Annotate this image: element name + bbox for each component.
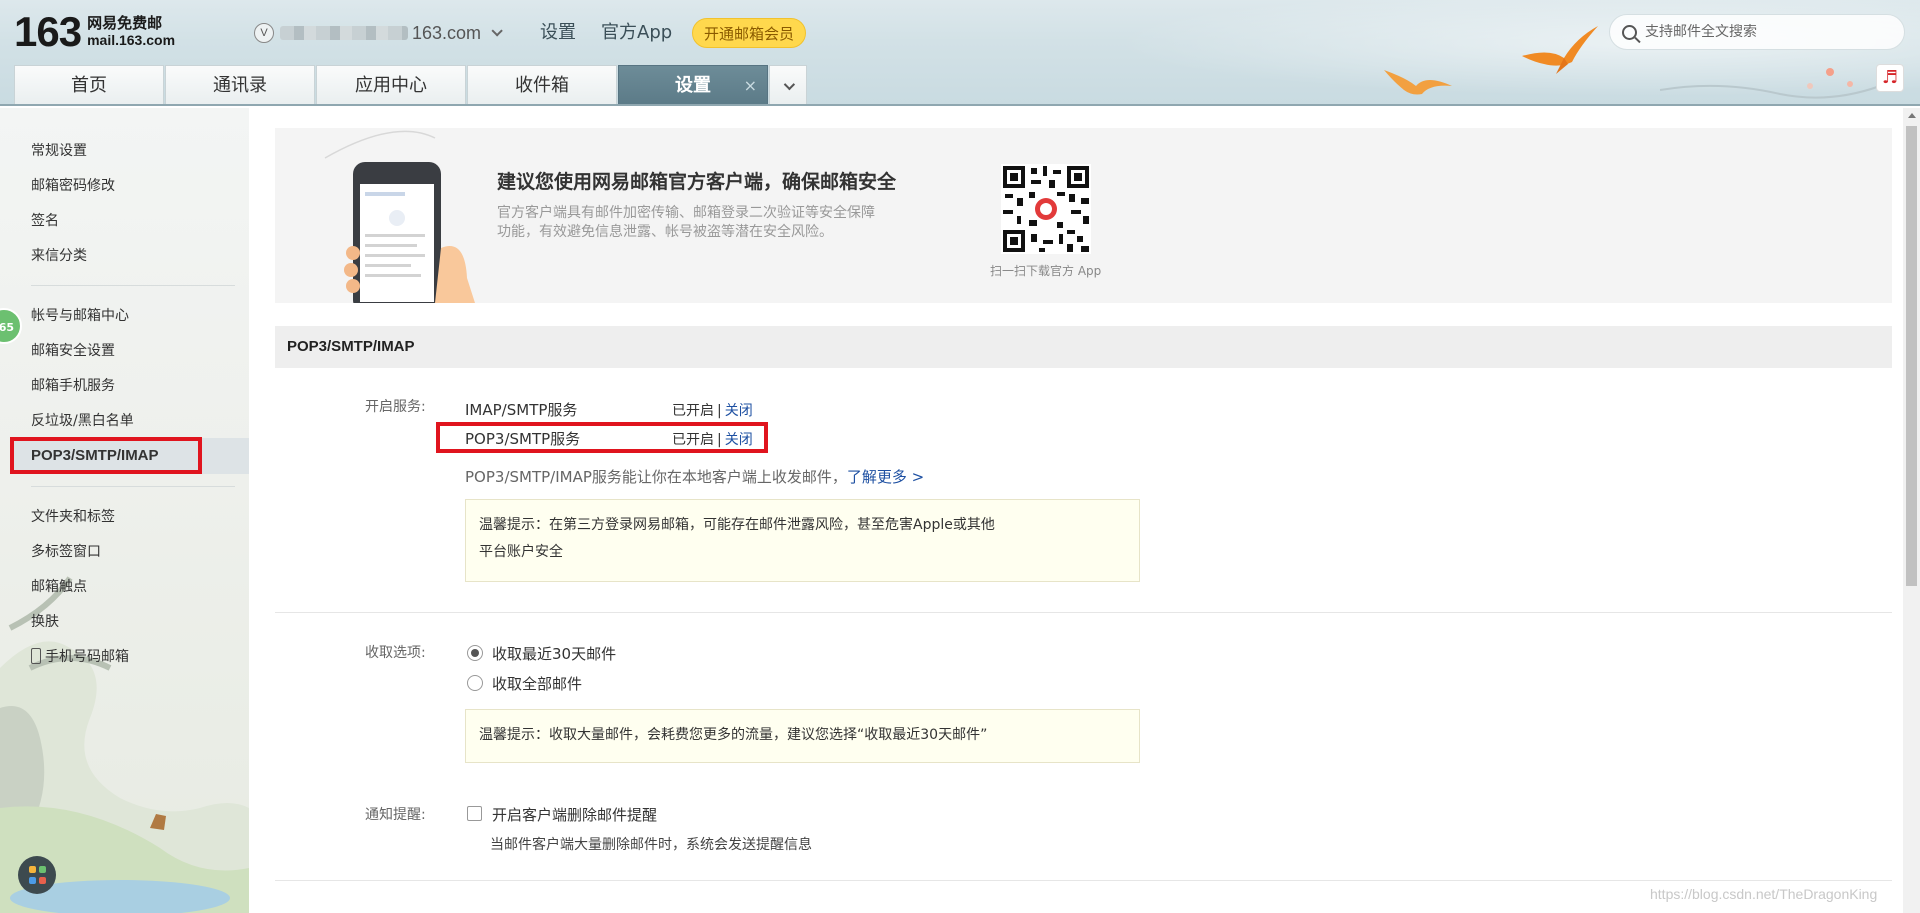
banner-title: 建议您使用网易邮箱官方客户端，确保邮箱安全: [497, 171, 897, 193]
sidebar-item-password[interactable]: 邮箱密码修改: [31, 176, 115, 196]
qr-code-image[interactable]: [1001, 164, 1091, 254]
traffic-tip-box: 温馨提示：收取大量邮件，会耗费您更多的流量，建议您选择“收取最近30天邮件”: [465, 709, 1140, 763]
separator: |: [717, 403, 722, 419]
tab-settings[interactable]: 设置 ×: [618, 65, 768, 104]
imap-status-text: 已开启: [672, 403, 714, 419]
tab-contacts[interactable]: 通讯录: [165, 65, 315, 104]
sidebar-item-phone-mailbox[interactable]: 手机号码邮箱: [31, 647, 129, 667]
search-box[interactable]: [1609, 14, 1905, 50]
music-icon[interactable]: ♬: [1876, 64, 1904, 92]
security-tip-line1: 温馨提示：在第三方登录网易邮箱，可能存在邮件泄露风险，甚至危害Apple或其他: [479, 517, 995, 533]
tab-inbox[interactable]: 收件箱: [467, 65, 617, 104]
vip-upgrade-button[interactable]: 开通邮箱会员: [692, 18, 807, 48]
chevron-down-icon: [783, 78, 796, 91]
account-name-redacted: [280, 26, 408, 40]
sidebar-item-general[interactable]: 常规设置: [31, 141, 87, 161]
sidebar-item-security[interactable]: 邮箱安全设置: [31, 341, 115, 361]
sidebar-item-skin[interactable]: 换肤: [31, 612, 59, 632]
sidebar-item-spam[interactable]: 反垃圾/黑白名单: [31, 411, 134, 431]
close-icon[interactable]: ×: [744, 66, 757, 104]
service-hint: POP3/SMTP/IMAP服务能让你在本地客户端上收发邮件，了解更多 >: [465, 466, 924, 487]
scroll-up-arrow-icon[interactable]: [1908, 113, 1916, 118]
vip-level-badge: V: [254, 23, 274, 43]
blossom-illustration: [1660, 68, 1880, 99]
banner-description: 官方客户端具有邮件加密传输、邮箱登录二次验证等安全保障功能，有效避免信息泄露、帐…: [497, 205, 875, 240]
logo-en: mail.163.com: [87, 32, 176, 48]
tabs-more-button[interactable]: [769, 65, 807, 104]
section-divider: [275, 880, 1892, 881]
learn-more-link[interactable]: 了解更多 >: [847, 468, 924, 486]
qr-caption: 扫一扫下载官方 App: [990, 264, 1102, 278]
chevron-down-icon: [491, 25, 503, 37]
imap-service-status: 已开启 | 关闭: [672, 400, 753, 420]
settings-link[interactable]: 设置: [540, 20, 576, 46]
radio-all-mail[interactable]: [467, 675, 483, 691]
scroll-thumb[interactable]: [1906, 126, 1917, 586]
security-tip-box: 温馨提示：在第三方登录网易邮箱，可能存在邮件泄露风险，甚至危害Apple或其他 …: [465, 499, 1140, 582]
logo[interactable]: 163 网易免费邮 mail.163.com: [14, 10, 175, 54]
sidebar-item-phone-mailbox-label: 手机号码邮箱: [45, 649, 129, 665]
security-tip-line2: 平台账户安全: [479, 544, 563, 560]
sidebar-item-account-center[interactable]: 帐号与邮箱中心: [31, 306, 129, 326]
highlight-box: [10, 437, 202, 474]
official-app-link[interactable]: 官方App: [601, 20, 672, 46]
settings-sidebar: 65 常规设置 邮箱密码修改 签名 来信分类 帐号与邮箱中心 邮箱安全设置 邮箱…: [0, 108, 249, 913]
sidebar-divider: [31, 285, 235, 286]
sidebar-divider: [31, 486, 235, 487]
logo-number: 163: [14, 8, 82, 55]
account-switcher[interactable]: V 163.com: [254, 20, 503, 46]
service-label: 开启服务:: [365, 399, 426, 415]
logo-text: 网易免费邮 mail.163.com: [87, 15, 175, 49]
section-divider: [275, 612, 1892, 613]
logo-cn: 网易免费邮: [87, 14, 163, 32]
delete-alert-label[interactable]: 开启客户端删除邮件提醒: [492, 804, 657, 825]
radio-recent-30-days[interactable]: [467, 645, 483, 661]
account-domain: 163.com: [412, 22, 482, 43]
receive-label: 收取选项:: [365, 645, 426, 661]
phone-illustration: [324, 130, 475, 303]
sidebar-item-mobile-service[interactable]: 邮箱手机服务: [31, 376, 115, 396]
side-badge[interactable]: 65: [0, 308, 22, 344]
tab-settings-label: 设置: [675, 75, 711, 96]
bird-illustration: [1522, 26, 1598, 74]
app-launcher-icon[interactable]: [18, 856, 56, 894]
service-hint-text: POP3/SMTP/IMAP服务能让你在本地客户端上收发邮件，: [465, 468, 847, 486]
delete-alert-checkbox[interactable]: [467, 806, 482, 821]
search-input[interactable]: [1645, 24, 1885, 40]
radio-recent-30-days-label[interactable]: 收取最近30天邮件: [492, 643, 616, 664]
tab-home[interactable]: 首页: [14, 65, 164, 104]
phone-icon: [31, 648, 41, 664]
section-title: POP3/SMTP/IMAP: [275, 326, 1892, 368]
tab-app-center[interactable]: 应用中心: [316, 65, 466, 104]
imap-service-name: IMAP/SMTP服务: [465, 401, 578, 419]
bird-illustration: [1384, 70, 1452, 95]
vertical-scrollbar[interactable]: [1903, 108, 1920, 913]
sidebar-item-mail-rules[interactable]: 来信分类: [31, 246, 87, 266]
imap-close-link[interactable]: 关闭: [725, 403, 753, 419]
top-header: 163 网易免费邮 mail.163.com V 163.com 设置 官方Ap…: [0, 0, 1920, 106]
radio-all-mail-label[interactable]: 收取全部邮件: [492, 673, 582, 694]
sidebar-item-signature[interactable]: 签名: [31, 211, 59, 231]
sidebar-item-touchpoint[interactable]: 邮箱触点: [31, 577, 87, 597]
search-icon[interactable]: [1622, 24, 1637, 40]
highlight-box: [436, 422, 768, 453]
notify-label: 通知提醒:: [365, 807, 426, 823]
sidebar-item-multi-tab[interactable]: 多标签窗口: [31, 542, 101, 562]
delete-alert-note: 当邮件客户端大量删除邮件时，系统会发送提醒信息: [490, 837, 812, 853]
watermark: https://blog.csdn.net/TheDragonKing: [1650, 886, 1878, 902]
sidebar-item-folders[interactable]: 文件夹和标签: [31, 507, 115, 527]
main-tabs: 首页 通讯录 应用中心 收件箱 设置 ×: [14, 65, 807, 104]
traffic-tip-text: 温馨提示：收取大量邮件，会耗费您更多的流量，建议您选择“收取最近30天邮件”: [479, 727, 988, 743]
